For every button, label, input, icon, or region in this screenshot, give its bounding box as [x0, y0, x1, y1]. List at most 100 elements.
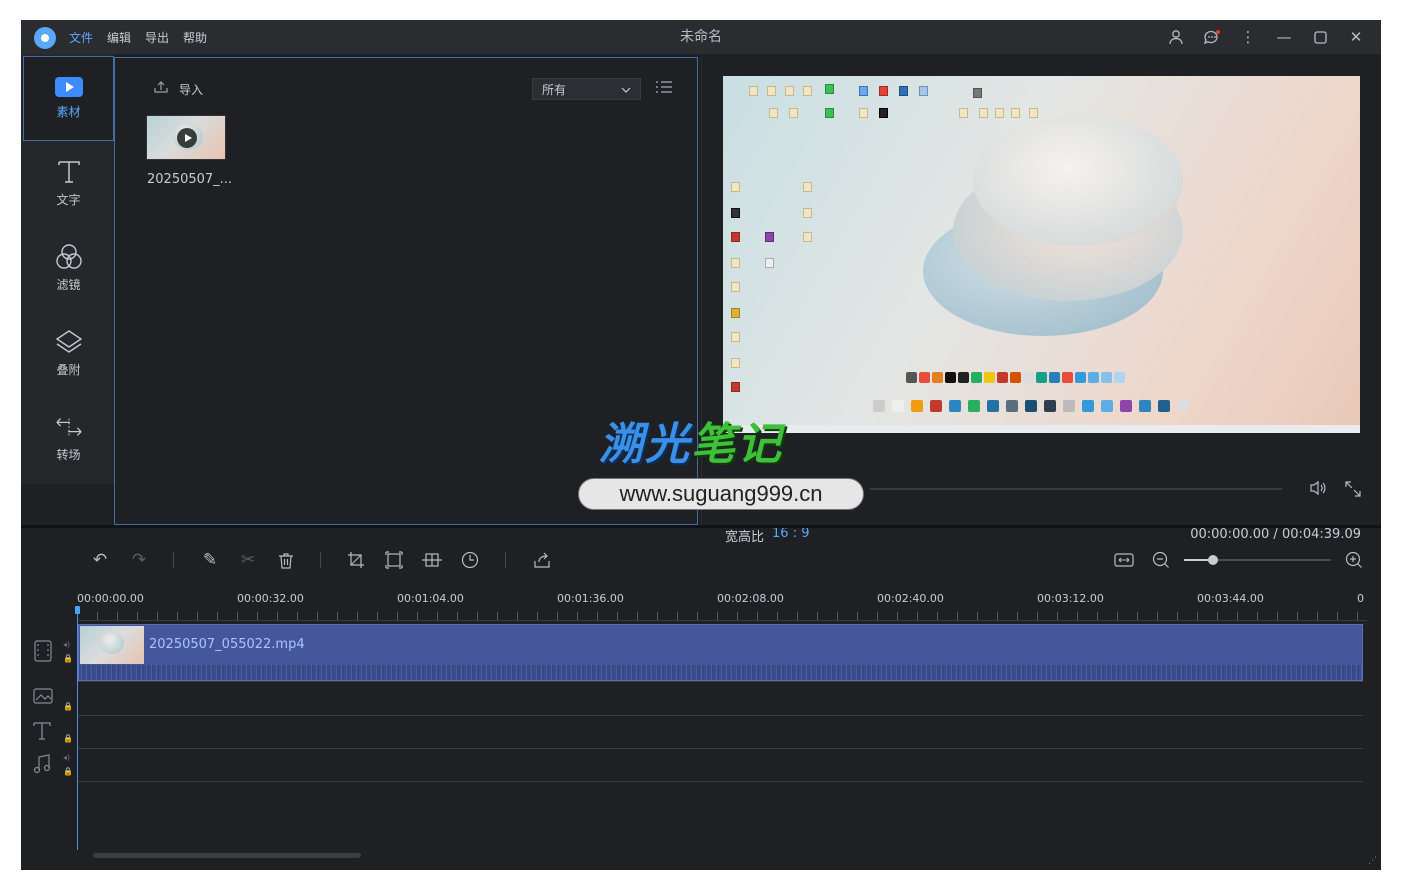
transition-icon — [55, 414, 83, 440]
close-icon[interactable]: ✕ — [1339, 20, 1373, 54]
play-icon[interactable] — [177, 128, 197, 148]
timeline-horizontal-scrollbar[interactable] — [93, 853, 361, 858]
resize-grip-icon[interactable]: ⋰ — [1368, 856, 1377, 866]
sidebar-item-overlay[interactable]: 叠附 — [23, 311, 114, 396]
playhead-handle[interactable] — [75, 606, 80, 614]
timeline-ruler[interactable]: 00:00:00.00 00:00:32.00 00:01:04.00 00:0… — [77, 590, 1377, 621]
fit-timeline-icon[interactable] — [1112, 548, 1136, 572]
lock-icon[interactable]: 🔒 — [63, 734, 73, 743]
title-bar: 文件 编辑 导出 帮助 未命名 ⋮ — ✕ — [21, 20, 1381, 54]
filter-icon — [55, 244, 83, 270]
preview-screen[interactable] — [723, 76, 1360, 433]
image-track[interactable] — [77, 682, 1363, 716]
playback-progress-track[interactable] — [870, 488, 1282, 490]
ruler-label: 00:00:32.00 — [237, 592, 304, 605]
image-track-header: 🔒 — [21, 682, 77, 716]
menu-export[interactable]: 导出 — [145, 29, 169, 46]
overlay-icon — [55, 329, 83, 355]
clip-thumbnail — [80, 626, 144, 664]
fullscreen-icon[interactable] — [1344, 480, 1362, 502]
undo-icon[interactable]: ↶ — [88, 548, 112, 572]
ruler-label: 00:03:12.00 — [1037, 592, 1104, 605]
video-track-header: ◂) 🔒 — [21, 622, 77, 682]
playhead[interactable] — [77, 608, 78, 850]
watermark-part2: 笔记 — [691, 419, 783, 470]
music-track[interactable] — [77, 749, 1363, 782]
image-track-icon — [33, 688, 53, 709]
left-sidebar: 素材 文字 滤镜 叠附 转场 — [21, 54, 114, 484]
minimize-icon[interactable]: — — [1267, 20, 1301, 54]
watermark-url: www.suguang999.cn — [578, 478, 864, 510]
sidebar-item-label: 素材 — [56, 105, 81, 119]
feedback-icon[interactable] — [1195, 20, 1229, 54]
ruler-label: 00:01:36.00 — [557, 592, 624, 605]
sidebar-item-transition[interactable]: 转场 — [23, 396, 114, 481]
sidebar-item-text[interactable]: 文字 — [23, 141, 114, 226]
text-track[interactable] — [77, 716, 1363, 749]
export-share-icon[interactable] — [530, 548, 554, 572]
watermark-part1: 溯光 — [599, 419, 691, 470]
import-label: 导入 — [179, 82, 204, 97]
speed-clock-icon[interactable] — [458, 548, 482, 572]
ruler-baseline — [77, 620, 1367, 621]
zoom-slider-handle[interactable] — [1208, 555, 1219, 565]
ruler-label: 00:00:00.00 — [77, 592, 144, 605]
media-filter-select[interactable]: 所有 — [532, 78, 641, 100]
sidebar-item-label: 文字 — [56, 193, 81, 207]
media-thumbnail[interactable] — [146, 115, 226, 160]
menu-edit[interactable]: 编辑 — [107, 29, 131, 46]
resize-icon[interactable] — [382, 548, 406, 572]
crop-icon[interactable] — [344, 548, 368, 572]
text-track-header: 🔒 — [21, 716, 77, 749]
sidebar-item-media[interactable]: 素材 — [23, 56, 114, 141]
maximize-icon[interactable] — [1303, 20, 1337, 54]
delete-icon[interactable] — [274, 548, 298, 572]
import-button[interactable]: 导入 — [153, 80, 203, 98]
lock-icon[interactable]: 🔒 — [63, 702, 73, 711]
volume-icon[interactable] — [1309, 480, 1327, 500]
list-view-icon[interactable] — [655, 80, 673, 98]
redo-icon[interactable]: ↷ — [127, 548, 151, 572]
text-icon — [55, 159, 83, 185]
video-track-icon — [33, 640, 53, 667]
menu-bar: 文件 编辑 导出 帮助 — [69, 20, 207, 54]
sidebar-item-label: 转场 — [56, 448, 81, 462]
clip-name: 20250507_055022.mp4 — [149, 637, 305, 652]
ruler-label: 00:02:08.00 — [717, 592, 784, 605]
music-track-header: ◂) 🔒 — [21, 749, 77, 782]
chevron-down-icon — [621, 82, 631, 96]
mute-icon[interactable]: ◂) — [63, 640, 70, 649]
toolbar-separator — [320, 552, 321, 568]
zoom-in-icon[interactable] — [1342, 548, 1366, 572]
app-logo-icon — [34, 27, 56, 49]
sidebar-item-label: 叠附 — [56, 363, 81, 377]
filter-value: 所有 — [542, 82, 567, 97]
edit-icon[interactable]: ✎ — [198, 548, 222, 572]
preview-panel: 宽高比 16 : 9 00:00:00.00 / 00:04:39.09 — [701, 54, 1381, 545]
lock-icon[interactable]: 🔒 — [63, 767, 73, 776]
ruler-label: 00:01:04.00 — [397, 592, 464, 605]
watermark-title: 溯光笔记 — [599, 408, 783, 472]
menu-help[interactable]: 帮助 — [183, 29, 207, 46]
media-item-name: 20250507_... — [147, 172, 233, 187]
wallpaper-sculpture — [913, 116, 1183, 356]
desktop-dock-row-1 — [906, 372, 1125, 383]
mosaic-icon[interactable] — [420, 548, 444, 572]
toolbar-separator — [505, 552, 506, 568]
sidebar-item-label: 滤镜 — [56, 278, 81, 292]
audio-waveform — [79, 665, 1362, 680]
media-icon — [54, 77, 83, 97]
lock-icon[interactable]: 🔒 — [63, 654, 73, 663]
music-track-icon — [33, 754, 51, 779]
ruler-label: 00:03:44.00 — [1197, 592, 1264, 605]
menu-file[interactable]: 文件 — [69, 29, 93, 46]
sidebar-item-filter[interactable]: 滤镜 — [23, 226, 114, 311]
desktop-dock-row-2 — [873, 400, 1189, 412]
user-icon[interactable] — [1159, 20, 1193, 54]
more-icon[interactable]: ⋮ — [1231, 20, 1265, 54]
zoom-out-icon[interactable] — [1149, 548, 1173, 572]
ruler-ticks — [77, 612, 1367, 620]
mute-icon[interactable]: ◂) — [63, 753, 70, 762]
cut-icon[interactable]: ✂ — [236, 548, 260, 572]
video-clip[interactable]: 20250507_055022.mp4 — [78, 624, 1363, 681]
